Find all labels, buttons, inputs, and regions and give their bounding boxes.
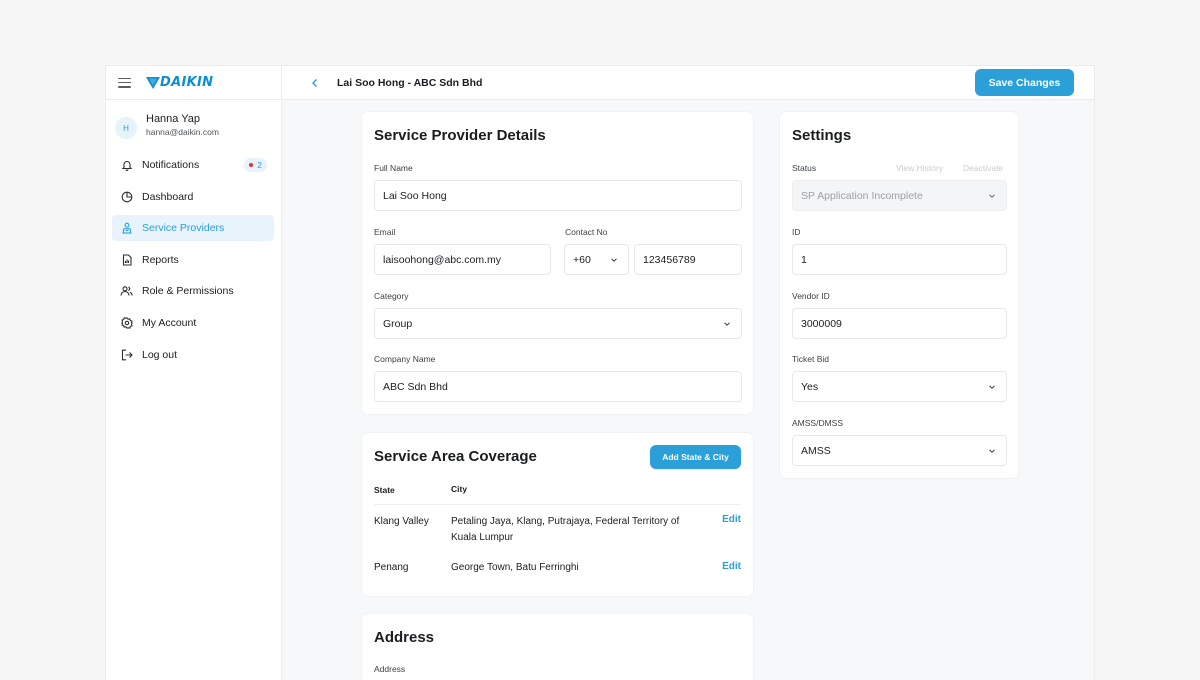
category-select[interactable]: Group	[374, 308, 742, 339]
chevron-down-icon	[989, 194, 995, 198]
amss-dmss-select[interactable]: AMSS	[792, 435, 1007, 466]
amss-dmss-value: AMSS	[801, 444, 831, 457]
sidebar-item-dashboard[interactable]: Dashboard	[112, 184, 274, 210]
sidebar-item-notifications[interactable]: Notifications 2	[112, 152, 274, 178]
report-icon	[120, 253, 133, 266]
service-provider-details-card: Service Provider Details Full Name Lai S…	[362, 112, 753, 414]
sidebar-item-label: My Account	[142, 316, 197, 329]
provider-icon	[120, 222, 133, 235]
table-divider	[374, 504, 741, 505]
state-cell: Penang	[374, 562, 409, 573]
sidebar-item-reports[interactable]: Reports	[112, 247, 274, 273]
chevron-down-icon	[989, 449, 995, 453]
category-value: Group	[383, 317, 413, 330]
address-label: Address	[374, 664, 406, 674]
column-header-state: State	[374, 485, 395, 495]
edit-link[interactable]: Edit	[722, 514, 741, 525]
status-label: Status	[792, 163, 817, 173]
notification-badge: 2	[244, 158, 267, 172]
company-name-field[interactable]: ABC Sdn Bhd	[374, 371, 742, 402]
sidebar: DAIKIN H Hanna Yap hanna@daikin.com Noti…	[106, 66, 282, 680]
sidebar-item-role-permissions[interactable]: Role & Permissions	[112, 278, 274, 304]
category-label: Category	[374, 291, 409, 301]
save-changes-button[interactable]: Save Changes	[975, 69, 1074, 96]
full-name-label: Full Name	[374, 163, 413, 173]
chevron-down-icon	[724, 322, 730, 326]
badge-count: 2	[257, 160, 262, 170]
sidebar-item-label: Service Providers	[142, 222, 225, 235]
gear-icon	[120, 316, 133, 329]
top-bar: Lai Soo Hong - ABC Sdn Bhd Save Changes	[282, 66, 1094, 100]
status-value: SP Application Incomplete	[801, 189, 923, 202]
sidebar-header: DAIKIN	[106, 66, 281, 100]
card-title: Settings	[792, 127, 852, 144]
bell-icon	[120, 159, 133, 172]
vendor-id-value: 3000009	[801, 317, 842, 330]
back-chevron-icon[interactable]	[308, 76, 322, 90]
badge-dot	[249, 163, 254, 167]
city-cell: George Town, Batu Ferringhi	[451, 562, 579, 573]
country-code-select[interactable]: +60	[564, 244, 629, 275]
id-label: ID	[792, 227, 801, 237]
contact-no-label: Contact No	[565, 227, 608, 237]
menu-icon[interactable]	[118, 77, 131, 88]
card-title: Service Provider Details	[374, 127, 546, 144]
phone-field[interactable]: 123456789	[634, 244, 742, 275]
view-history-link[interactable]: View History	[896, 163, 943, 173]
email-label: Email	[374, 227, 396, 237]
edit-link[interactable]: Edit	[722, 561, 741, 572]
sidebar-item-my-account[interactable]: My Account	[112, 310, 274, 336]
user-email: hanna@daikin.com	[146, 127, 219, 137]
pie-chart-icon	[120, 190, 133, 203]
amss-dmss-label: AMSS/DMSS	[792, 418, 844, 428]
sidebar-item-service-providers[interactable]: Service Providers	[112, 215, 274, 242]
add-state-city-button[interactable]: Add State & City	[650, 445, 741, 469]
daikin-logo: DAIKIN	[146, 75, 213, 90]
sidebar-item-label: Reports	[142, 253, 179, 266]
column-header-city: City	[451, 484, 468, 494]
sidebar-item-log-out[interactable]: Log out	[112, 342, 274, 368]
status-select[interactable]: SP Application Incomplete	[792, 180, 1007, 211]
ticket-bid-select[interactable]: Yes	[792, 371, 1007, 402]
full-name-field[interactable]: Lai Soo Hong	[374, 180, 742, 211]
ticket-bid-value: Yes	[801, 380, 819, 393]
sidebar-item-label: Log out	[142, 348, 178, 361]
user-name: Hanna Yap	[146, 113, 201, 125]
address-card: Address Address	[362, 614, 753, 680]
card-title: Service Area Coverage	[374, 448, 537, 465]
email-value: laisoohong@abc.com.my	[383, 253, 502, 266]
sidebar-item-label: Role & Permissions	[142, 285, 234, 298]
city-cell: Petaling Jaya, Klang, Putrajaya, Federal…	[451, 516, 680, 543]
users-icon	[120, 285, 133, 298]
full-name-value: Lai Soo Hong	[383, 189, 447, 202]
sidebar-item-label: Dashboard	[142, 190, 194, 203]
chevron-down-icon	[611, 258, 617, 262]
id-field[interactable]: 1	[792, 244, 1007, 275]
phone-value: 123456789	[643, 253, 696, 266]
deactivate-link[interactable]: Deactivate	[963, 163, 1003, 173]
settings-card: Settings Status View History Deactivate …	[780, 112, 1018, 478]
chevron-down-icon	[989, 385, 995, 389]
email-field[interactable]: laisoohong@abc.com.my	[374, 244, 551, 275]
sidebar-item-label: Notifications	[142, 159, 200, 171]
company-name-label: Company Name	[374, 354, 436, 364]
daikin-logo-mark	[146, 76, 160, 89]
vendor-id-label: Vendor ID	[792, 291, 830, 301]
sidebar-nav: Notifications 2 Dashboard Service Provid…	[112, 152, 274, 373]
country-code-value: +60	[573, 253, 591, 266]
id-value: 1	[801, 253, 807, 266]
card-title: Address	[374, 629, 435, 646]
vendor-id-field[interactable]: 3000009	[792, 308, 1007, 339]
page-title: Lai Soo Hong - ABC Sdn Bhd	[337, 76, 483, 89]
service-area-coverage-card: Service Area Coverage Add State & City S…	[362, 433, 753, 596]
app-window: DAIKIN H Hanna Yap hanna@daikin.com Noti…	[105, 65, 1095, 680]
brand-name: DAIKIN	[160, 75, 214, 90]
ticket-bid-label: Ticket Bid	[792, 354, 830, 364]
avatar: H	[115, 117, 137, 139]
company-name-value: ABC Sdn Bhd	[383, 380, 448, 393]
logout-icon	[120, 348, 133, 361]
state-cell: Klang Valley	[374, 516, 429, 527]
